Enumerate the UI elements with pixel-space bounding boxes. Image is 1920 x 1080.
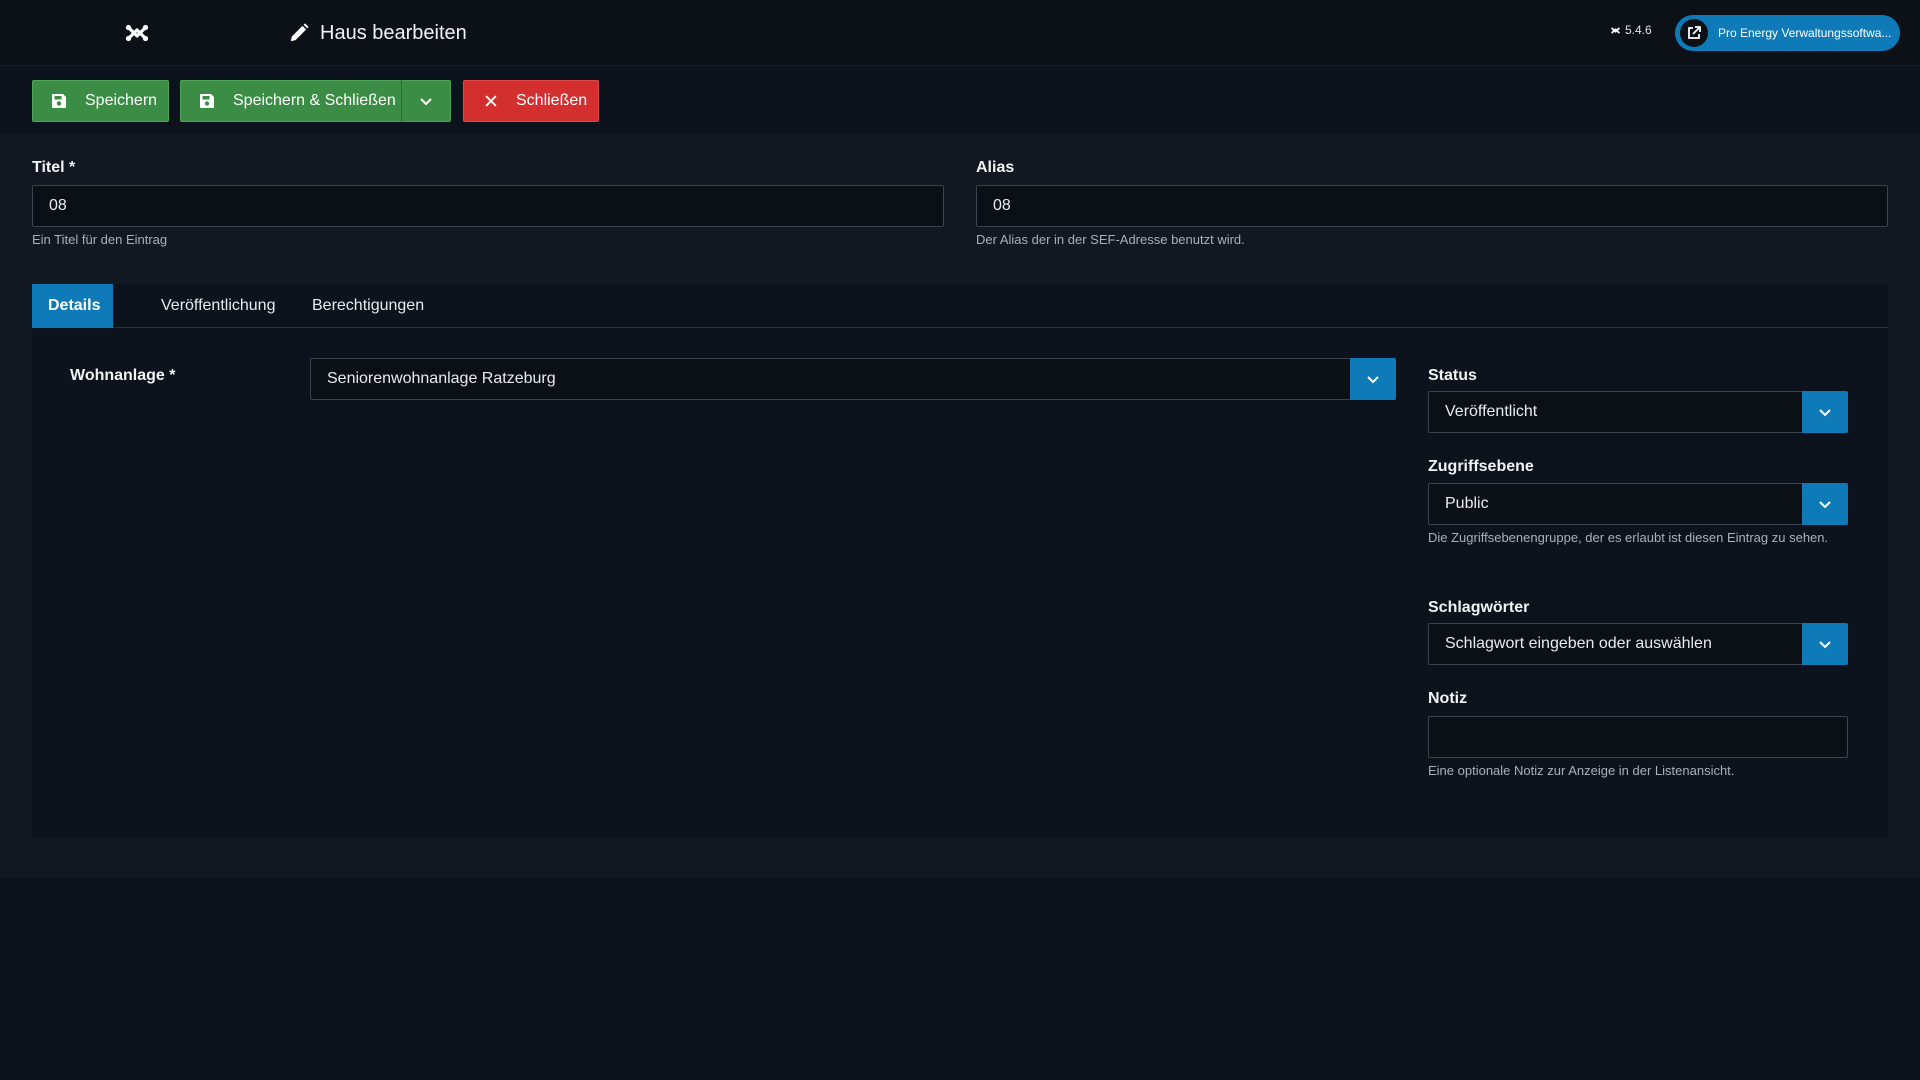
alias-input[interactable]	[976, 185, 1888, 227]
tags-select[interactable]: Schlagwort eingeben oder auswählen	[1428, 623, 1848, 665]
save-options-dropdown-button[interactable]	[401, 80, 451, 122]
tab-details[interactable]: Details	[32, 284, 113, 328]
tab-bar: Details Veröffentlichung Berechtigungen	[32, 284, 1888, 328]
main-content: Titel * Ein Titel für den Eintrag Alias …	[0, 134, 1920, 878]
access-hint: Die Zugriffsebenengruppe, der es erlaubt…	[1428, 530, 1829, 545]
page-title: Haus bearbeiten	[288, 18, 467, 48]
pencil-icon	[290, 23, 309, 42]
site-link-label: Pro Energy Verwaltungssoftwa...	[1718, 26, 1892, 40]
note-label: Notiz	[1428, 690, 1468, 707]
chevron-down-icon[interactable]	[1802, 483, 1848, 525]
chevron-down-icon[interactable]	[1802, 623, 1848, 665]
tab-permissions[interactable]: Berechtigungen	[296, 284, 440, 328]
site-link-button[interactable]: Pro Energy Verwaltungssoftwa...	[1675, 15, 1900, 51]
joomla-logo-icon[interactable]	[124, 20, 150, 46]
alias-label: Alias	[976, 159, 1015, 176]
wohnanlage-label: Wohnanlage *	[70, 367, 176, 384]
chevron-down-icon	[420, 98, 432, 106]
external-link-icon	[1680, 19, 1708, 47]
status-select[interactable]: Veröffentlicht	[1428, 391, 1848, 433]
close-button[interactable]: Schließen	[463, 80, 599, 122]
page-footer-area	[0, 878, 1920, 1080]
version-text: 5.4.6	[1625, 23, 1652, 37]
wohnanlage-select[interactable]: Seniorenwohnanlage Ratzeburg	[310, 358, 1396, 400]
chevron-down-icon[interactable]	[1802, 391, 1848, 433]
close-label: Schließen	[516, 92, 588, 109]
status-label: Status	[1428, 367, 1477, 384]
save-close-button[interactable]: Speichern & Schließen	[180, 80, 402, 122]
floppy-disk-icon	[200, 94, 214, 108]
note-input[interactable]	[1428, 716, 1848, 758]
title-hint: Ein Titel für den Eintrag	[32, 232, 168, 247]
alias-hint: Der Alias der in der SEF-Adresse benutzt…	[976, 232, 1245, 247]
note-hint: Eine optionale Notiz zur Anzeige in der …	[1428, 763, 1735, 778]
status-value: Veröffentlicht	[1445, 403, 1538, 420]
access-select[interactable]: Public	[1428, 483, 1848, 525]
x-icon	[485, 95, 497, 107]
access-label: Zugriffsebene	[1428, 458, 1534, 475]
tags-placeholder: Schlagwort eingeben oder auswählen	[1445, 635, 1712, 652]
page-title-text: Haus bearbeiten	[320, 21, 467, 44]
title-label: Titel *	[32, 159, 76, 176]
tab-publishing[interactable]: Veröffentlichung	[145, 284, 291, 328]
joomla-mini-icon	[1611, 27, 1620, 33]
details-panel: Wohnanlage * Seniorenwohnanlage Ratzebur…	[32, 328, 1888, 838]
access-value: Public	[1445, 495, 1489, 512]
wohnanlage-value: Seniorenwohnanlage Ratzeburg	[327, 370, 556, 387]
title-input[interactable]	[32, 185, 944, 227]
chevron-down-icon[interactable]	[1350, 358, 1396, 400]
floppy-disk-icon	[52, 94, 66, 108]
top-header: Haus bearbeiten 5.4.6 Pro Energy Verwalt…	[0, 0, 1920, 66]
save-close-label: Speichern & Schließen	[233, 92, 396, 109]
save-button[interactable]: Speichern	[32, 80, 169, 122]
version-info: 5.4.6	[1610, 23, 1652, 37]
save-label: Speichern	[85, 92, 158, 109]
tags-label: Schlagwörter	[1428, 599, 1530, 616]
toolbar: Speichern Speichern & Schließen Schließe…	[0, 66, 1920, 134]
